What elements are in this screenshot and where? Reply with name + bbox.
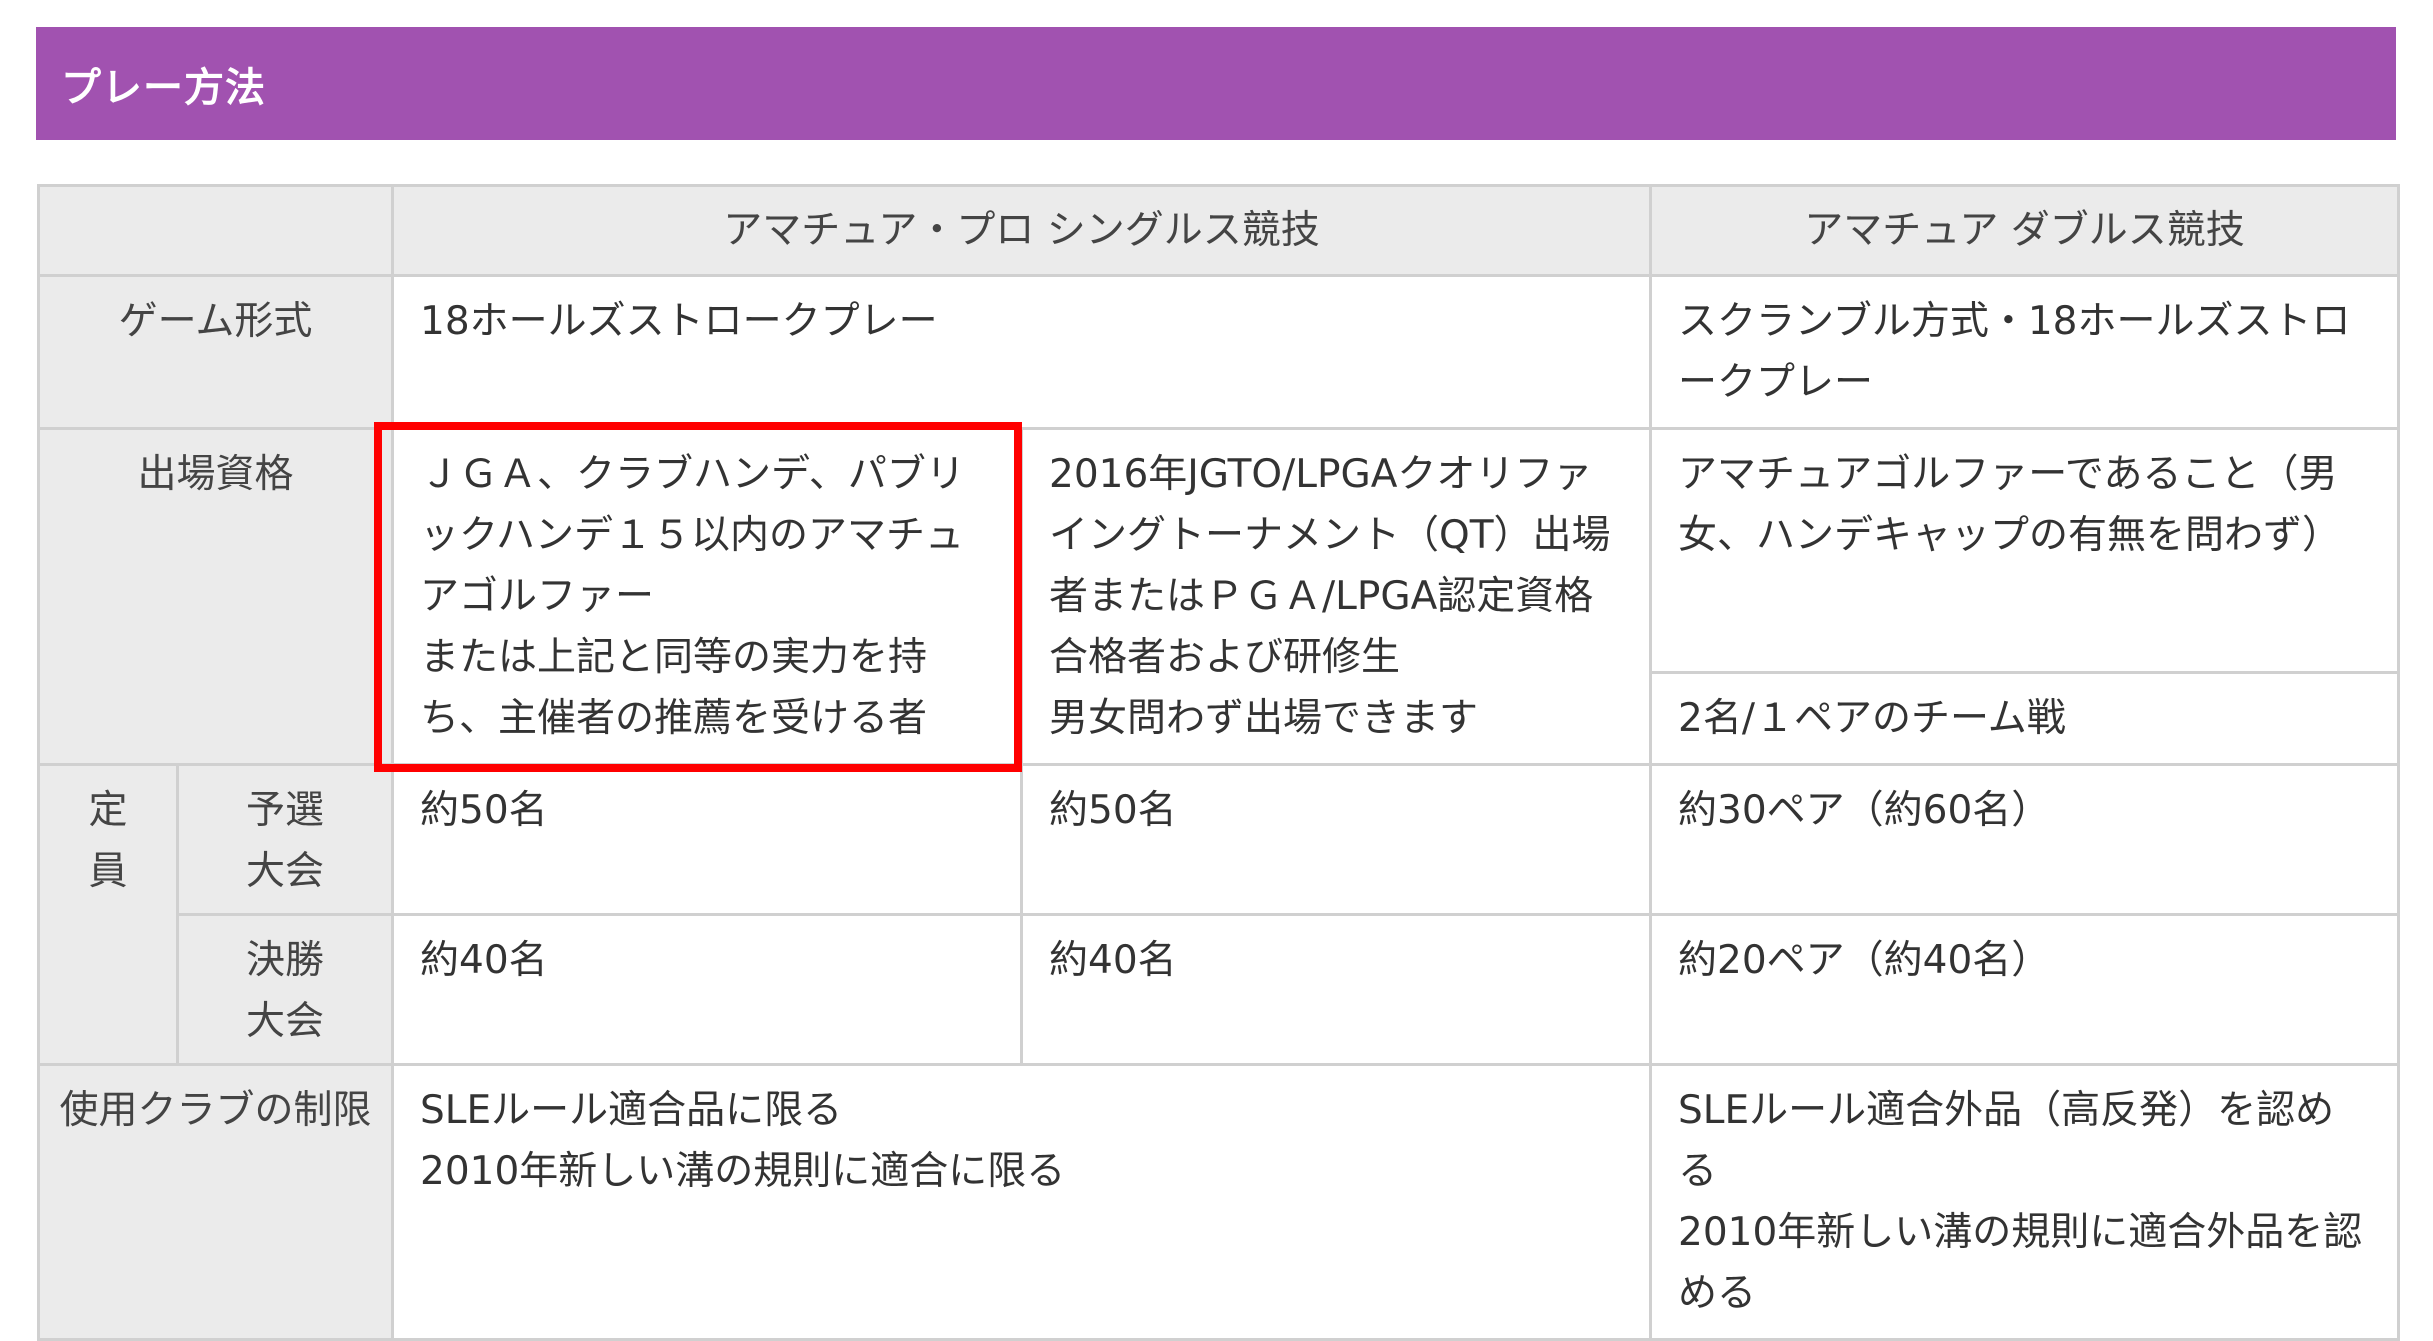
label-final: 決勝大会	[176, 913, 394, 1066]
qualifier-doubles: 約30ペア（約60名）	[1649, 763, 2400, 916]
qualifier-amateur: 約50名	[391, 763, 1023, 916]
club-rules-doubles: SLEルール適合外品（高反発）を認める 2010年新しい溝の規則に適合外品を認め…	[1649, 1063, 2400, 1341]
label-qualifier-text: 予選大会	[245, 788, 324, 894]
row-game-format: ゲーム形式 18ホールズストロークプレー スクランブル方式・18ホールズストロー…	[37, 274, 2400, 430]
label-final-text: 決勝大会	[245, 938, 324, 1044]
section-header: プレー方法	[36, 27, 2396, 140]
eligibility-pro: 2016年JGTO/LPGAクオリファイングトーナメント（QT）出場者またはＰＧ…	[1020, 427, 1652, 766]
header-singles: アマチュア・プロ シングルス競技	[391, 184, 1652, 277]
club-rules-singles: SLEルール適合品に限る 2010年新しい溝の規則に適合に限る	[391, 1063, 1652, 1341]
header-doubles: アマチュア ダブルス競技	[1649, 184, 2400, 277]
final-amateur: 約40名	[391, 913, 1023, 1066]
label-capacity-text: 定員	[88, 788, 128, 894]
final-pro: 約40名	[1020, 913, 1652, 1066]
section-title: プレー方法	[61, 64, 266, 111]
label-qualifier: 予選大会	[176, 763, 394, 916]
row-club-rules: 使用クラブの制限 SLEルール適合品に限る 2010年新しい溝の規則に適合に限る…	[37, 1063, 2400, 1341]
game-format-doubles: スクランブル方式・18ホールズストロークプレー	[1649, 274, 2400, 430]
qualifier-pro: 約50名	[1020, 763, 1652, 916]
label-eligibility: 出場資格	[37, 427, 394, 766]
row-eligibility: 出場資格 ＪＧＡ、クラブハンデ、パブリックハンデ１５以内のアマチュアゴルファー …	[37, 427, 2400, 766]
eligibility-doubles-team: 2名/１ペアのチーム戦	[1649, 670, 2400, 767]
row-capacity-qualifier: 定員 予選大会 約50名 約50名 約30ペア（約60名）	[37, 763, 2400, 1066]
corner-cell	[37, 184, 394, 277]
game-format-singles: 18ホールズストロークプレー	[391, 274, 1652, 430]
table-header-row: アマチュア・プロ シングルス競技 アマチュア ダブルス競技	[37, 184, 2400, 277]
eligibility-amateur: ＪＧＡ、クラブハンデ、パブリックハンデ１５以内のアマチュアゴルファー または上記…	[391, 427, 1023, 766]
final-doubles: 約20ペア（約40名）	[1649, 913, 2400, 1066]
play-method-table: アマチュア・プロ シングルス競技 アマチュア ダブルス競技 ゲーム形式 18ホー…	[37, 184, 2400, 1341]
label-game-format: ゲーム形式	[37, 274, 394, 430]
label-club-rules: 使用クラブの制限	[37, 1063, 394, 1341]
label-capacity: 定員	[37, 763, 179, 1066]
eligibility-doubles: アマチュアゴルファーであること（男女、ハンデキャップの有無を問わず）	[1649, 427, 2400, 674]
row-capacity-final: 決勝大会 約40名 約40名 約20ペア（約40名）	[39, 913, 2400, 1066]
